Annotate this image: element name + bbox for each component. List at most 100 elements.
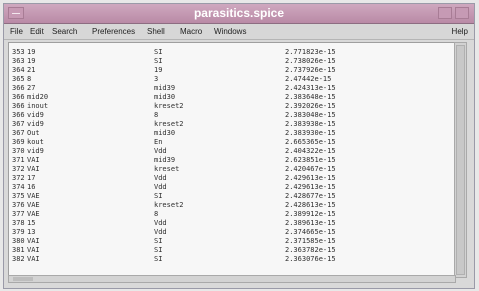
- title-bar[interactable]: parasitics.spice: [4, 4, 474, 24]
- capacitance-value: 2.383048e-15: [285, 111, 336, 119]
- node-b: SI: [154, 246, 163, 254]
- capacitance-value: 2.374665e-15: [285, 228, 336, 236]
- node-a: VAI: [27, 165, 40, 173]
- node-a: 21: [27, 66, 36, 74]
- capacitance-value: 2.389912e-15: [285, 210, 336, 218]
- capacitance-value: 2.771823e-15: [285, 48, 336, 56]
- node-a: VAE: [27, 201, 40, 209]
- menu-edit[interactable]: Edit: [30, 27, 44, 36]
- capacitance-value: 2.389613e-15: [285, 219, 336, 227]
- node-b: mid39: [154, 84, 176, 92]
- menu-macro[interactable]: Macro: [180, 27, 202, 36]
- node-b: mid30: [154, 129, 176, 137]
- line-number: 364: [12, 66, 25, 74]
- node-a: 13: [27, 228, 36, 236]
- line-number: 378: [12, 219, 25, 227]
- line-number: 374: [12, 183, 25, 191]
- node-a: 27: [27, 84, 36, 92]
- line-number: 381: [12, 246, 25, 254]
- line-number: 353: [12, 48, 25, 56]
- line-number: 382: [12, 255, 25, 263]
- capacitance-value: 2.404322e-15: [285, 147, 336, 155]
- vertical-scrollbar[interactable]: [454, 42, 467, 278]
- menu-preferences[interactable]: Preferences: [92, 27, 135, 36]
- line-number: 379: [12, 228, 25, 236]
- node-b: Vdd: [154, 183, 167, 191]
- menu-search[interactable]: Search: [52, 27, 77, 36]
- minimize-button[interactable]: [438, 7, 452, 19]
- node-a: 8: [27, 75, 32, 83]
- node-b: kreset2: [154, 102, 184, 110]
- node-b: Vdd: [154, 147, 167, 155]
- line-number: 375: [12, 192, 25, 200]
- node-b: 19: [154, 66, 163, 74]
- node-a: inout: [27, 102, 49, 110]
- vertical-scroll-thumb[interactable]: [456, 45, 465, 275]
- menu-help[interactable]: Help: [452, 27, 468, 36]
- line-number: 371: [12, 156, 25, 164]
- line-number: 365: [12, 75, 25, 83]
- node-b: 3: [154, 75, 159, 83]
- capacitance-value: 2.738026e-15: [285, 57, 336, 65]
- line-number: 372: [12, 165, 25, 173]
- line-number: 367: [12, 129, 25, 137]
- capacitance-value: 2.665365e-15: [285, 138, 336, 146]
- text-area[interactable]: 353 19 SI 2.771823e-15 363 19 SI 2.738026e-15 …: [8, 42, 456, 278]
- menu-shell[interactable]: Shell: [147, 27, 165, 36]
- capacitance-value: 2.47442e-15: [285, 75, 332, 83]
- node-a: 17: [27, 174, 36, 182]
- node-b: SI: [154, 57, 163, 65]
- node-b: mid39: [154, 156, 176, 164]
- menu-file[interactable]: File: [10, 27, 23, 36]
- maximize-button[interactable]: [455, 7, 469, 19]
- node-a: vid9: [27, 120, 44, 128]
- node-a: VAI: [27, 237, 40, 245]
- node-b: mid30: [154, 93, 176, 101]
- node-b: 8: [154, 210, 159, 218]
- node-a: VAE: [27, 210, 40, 218]
- line-number: 369: [12, 138, 25, 146]
- capacitance-value: 2.424313e-15: [285, 84, 336, 92]
- horizontal-scrollbar[interactable]: [8, 275, 456, 283]
- line-number: 363: [12, 57, 25, 65]
- capacitance-value: 2.428613e-15: [285, 201, 336, 209]
- capacitance-value: 2.429613e-15: [285, 174, 336, 182]
- capacitance-value: 2.428677e-15: [285, 192, 336, 200]
- node-a: vid9: [27, 111, 44, 119]
- line-number: 366: [12, 111, 25, 119]
- window-title: parasitics.spice: [193, 6, 285, 20]
- line-number: 366: [12, 102, 25, 110]
- capacitance-value: 2.737926e-15: [285, 66, 336, 74]
- node-b: SI: [154, 237, 163, 245]
- line-number: 366: [12, 84, 25, 92]
- editor-window: parasitics.spice File Edit Search Prefer…: [3, 3, 475, 289]
- capacitance-value: 2.363076e-15: [285, 255, 336, 263]
- node-a: VAI: [27, 246, 40, 254]
- capacitance-value: 2.383938e-15: [285, 120, 336, 128]
- capacitance-value: 2.371585e-15: [285, 237, 336, 245]
- capacitance-value: 2.383648e-15: [285, 93, 336, 101]
- node-a: 19: [27, 57, 36, 65]
- capacitance-value: 2.420467e-15: [285, 165, 336, 173]
- node-a: 15: [27, 219, 36, 227]
- node-b: Vdd: [154, 228, 167, 236]
- menu-windows[interactable]: Windows: [214, 27, 246, 36]
- node-b: SI: [154, 192, 163, 200]
- node-b: Vdd: [154, 174, 167, 182]
- node-a: VAI: [27, 255, 40, 263]
- horizontal-scroll-thumb[interactable]: [13, 277, 33, 281]
- line-number: 377: [12, 210, 25, 218]
- line-number: 366: [12, 93, 25, 101]
- node-a: Out: [27, 129, 40, 137]
- capacitance-value: 2.429613e-15: [285, 183, 336, 191]
- menu-bar: File Edit Search Preferences Shell Macro…: [4, 24, 474, 40]
- capacitance-value: 2.383930e-15: [285, 129, 336, 137]
- node-a: 16: [27, 183, 36, 191]
- line-number: 376: [12, 201, 25, 209]
- line-number: 380: [12, 237, 25, 245]
- node-b: kreset: [154, 165, 180, 173]
- node-a: VAE: [27, 192, 40, 200]
- capacitance-value: 2.363782e-15: [285, 246, 336, 254]
- node-a: kout: [27, 138, 44, 146]
- line-number: 372: [12, 174, 25, 182]
